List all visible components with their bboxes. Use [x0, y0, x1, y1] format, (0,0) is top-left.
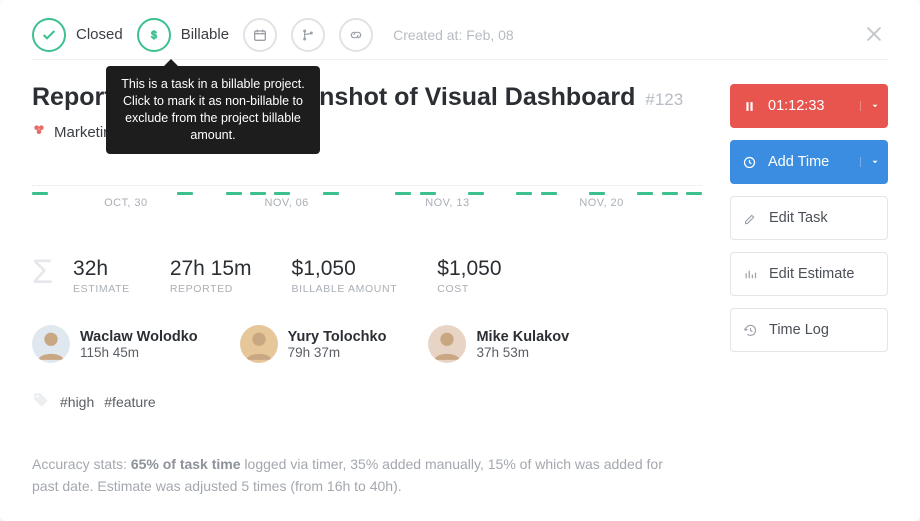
- stat-value: 32h: [73, 257, 130, 281]
- tag[interactable]: #high: [60, 394, 94, 410]
- project-icon: [32, 123, 46, 141]
- member-name: Mike Kulakov: [476, 329, 569, 345]
- member-name: Yury Tolochko: [288, 329, 387, 345]
- timer-value: 01:12:33: [768, 98, 860, 114]
- spark-bar: [686, 192, 702, 195]
- stat-billable: $1,050 BILLABLE AMOUNT: [292, 257, 398, 295]
- sparkline-bars: [32, 175, 702, 195]
- accuracy-footnote: Accuracy stats: 65% of task time logged …: [32, 454, 672, 497]
- tags-row: #high #feature: [32, 391, 702, 412]
- billable-pill[interactable]: $ Billable: [137, 18, 229, 52]
- member-time: 115h 45m: [80, 345, 198, 360]
- status-pill[interactable]: Closed: [32, 18, 123, 52]
- billable-tooltip: This is a task in a billable project. Cl…: [106, 66, 320, 154]
- add-time-caret[interactable]: [860, 157, 888, 167]
- footnote-prefix: Accuracy stats:: [32, 456, 131, 472]
- members-row: Waclaw Wolodko115h 45m Yury Tolochko79h 3…: [32, 325, 702, 363]
- edit-task-button[interactable]: Edit Task: [730, 196, 888, 240]
- avatar: [240, 325, 278, 363]
- tick: NOV, 13: [425, 197, 469, 209]
- stat-label: BILLABLE AMOUNT: [292, 283, 398, 295]
- spark-bar: [177, 192, 193, 195]
- bars-icon: [731, 267, 769, 282]
- member[interactable]: Mike Kulakov37h 53m: [428, 325, 569, 363]
- edit-task-label: Edit Task: [769, 210, 887, 226]
- spark-bar: [274, 192, 290, 195]
- avatar: [32, 325, 70, 363]
- spark-bar: [468, 192, 484, 195]
- spark-bar: [226, 192, 242, 195]
- activity-sparkline: OCT, 30 NOV, 06 NOV, 13 NOV, 20: [32, 175, 702, 215]
- spark-bar: [395, 192, 411, 195]
- status-label: Closed: [76, 26, 123, 43]
- branch-icon[interactable]: [291, 18, 325, 52]
- member[interactable]: Yury Tolochko79h 37m: [240, 325, 387, 363]
- billable-label: Billable: [181, 26, 229, 43]
- stat-label: REPORTED: [170, 283, 252, 295]
- stat-estimate: 32h ESTIMATE: [73, 257, 130, 295]
- member[interactable]: Waclaw Wolodko115h 45m: [32, 325, 198, 363]
- tick: OCT, 30: [104, 197, 147, 209]
- edit-estimate-button[interactable]: Edit Estimate: [730, 252, 888, 296]
- time-log-button[interactable]: Time Log: [730, 308, 888, 352]
- tick: NOV, 20: [579, 197, 623, 209]
- member-time: 37h 53m: [476, 345, 569, 360]
- toolbar: Closed $ Billable Created at: Feb, 08: [32, 16, 888, 60]
- pencil-icon: [731, 211, 769, 226]
- edit-estimate-label: Edit Estimate: [769, 266, 887, 282]
- avatar: [428, 325, 466, 363]
- time-log-label: Time Log: [769, 322, 887, 338]
- sigma-icon: Σ: [32, 253, 53, 292]
- stat-label: ESTIMATE: [73, 283, 130, 295]
- spark-bar: [32, 192, 48, 195]
- spark-bar: [420, 192, 436, 195]
- stat-reported: 27h 15m REPORTED: [170, 257, 252, 295]
- side-column: 01:12:33 Add Time Edit Task Edit Estimat…: [730, 82, 888, 498]
- stat-value: 27h 15m: [170, 257, 252, 281]
- task-number: #123: [645, 90, 683, 110]
- history-icon: [731, 323, 769, 338]
- dollar-icon: $: [137, 18, 171, 52]
- check-icon: [32, 18, 66, 52]
- stat-cost: $1,050 COST: [437, 257, 501, 295]
- spark-bar: [589, 192, 605, 195]
- spark-bar: [541, 192, 557, 195]
- tag[interactable]: #feature: [104, 394, 155, 410]
- tick: NOV, 06: [264, 197, 308, 209]
- stat-value: $1,050: [437, 257, 501, 281]
- pause-icon: [730, 99, 768, 114]
- spark-bar: [637, 192, 653, 195]
- stats-row: Σ 32h ESTIMATE 27h 15m REPORTED $1,050 B…: [32, 257, 702, 295]
- spark-bar: [662, 192, 678, 195]
- stat-value: $1,050: [292, 257, 398, 281]
- stat-label: COST: [437, 283, 501, 295]
- link-icon[interactable]: [339, 18, 373, 52]
- spark-bar: [323, 192, 339, 195]
- clock-icon: [730, 155, 768, 170]
- created-value: Feb, 08: [466, 27, 513, 43]
- add-time-label: Add Time: [768, 154, 860, 170]
- calendar-icon[interactable]: [243, 18, 277, 52]
- member-name: Waclaw Wolodko: [80, 329, 198, 345]
- svg-text:$: $: [151, 29, 157, 41]
- timer-button[interactable]: 01:12:33: [730, 84, 888, 128]
- spark-bar: [516, 192, 532, 195]
- member-time: 79h 37m: [288, 345, 387, 360]
- created-at: Created at: Feb, 08: [393, 27, 514, 43]
- footnote-bold: 65% of task time: [131, 456, 241, 472]
- add-time-button[interactable]: Add Time: [730, 140, 888, 184]
- tag-icon: [32, 391, 50, 412]
- task-card: Closed $ Billable Created at: Feb, 08 Th…: [0, 0, 920, 521]
- spark-bar: [250, 192, 266, 195]
- created-prefix: Created at:: [393, 27, 462, 43]
- timer-caret[interactable]: [860, 101, 888, 111]
- close-icon[interactable]: [860, 20, 888, 48]
